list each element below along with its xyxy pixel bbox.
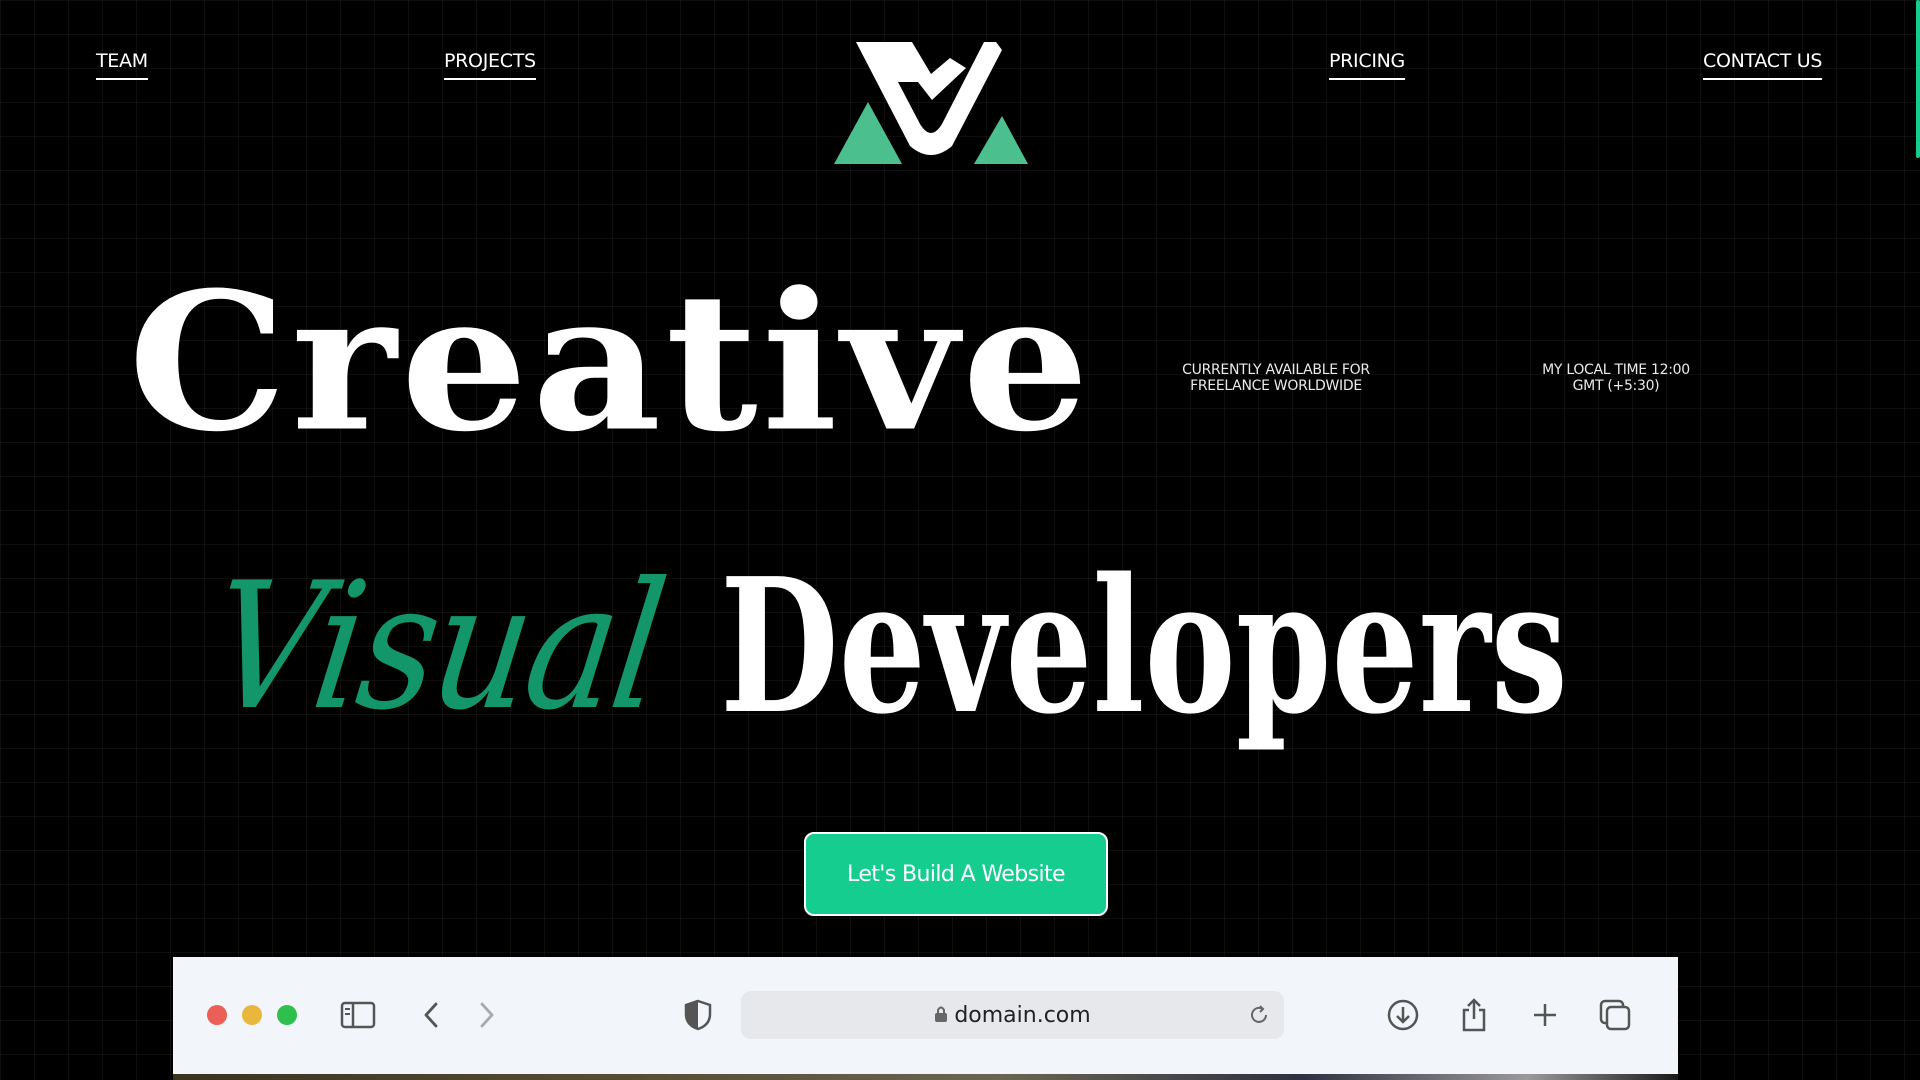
- tabs-icon[interactable]: [1595, 995, 1635, 1035]
- close-window-button[interactable]: [207, 1005, 227, 1025]
- nav-link-projects[interactable]: PROJECTS: [444, 50, 536, 80]
- address-bar[interactable]: domain.com: [741, 991, 1284, 1039]
- build-website-button[interactable]: Let's Build A Website: [804, 832, 1108, 916]
- back-icon[interactable]: [411, 995, 451, 1035]
- address-url: domain.com: [954, 1003, 1091, 1028]
- local-time-line-1: MY LOCAL TIME 12:00: [1542, 362, 1690, 378]
- reload-icon[interactable]: [1241, 997, 1277, 1033]
- maximize-window-button[interactable]: [277, 1005, 297, 1025]
- minimize-window-button[interactable]: [242, 1005, 262, 1025]
- local-time-text: MY LOCAL TIME 12:00 GMT (+5:30): [1526, 362, 1706, 394]
- lock-icon: [935, 1006, 948, 1022]
- nav-link-contact[interactable]: CONTACT US: [1703, 50, 1822, 80]
- forward-icon[interactable]: [467, 995, 507, 1035]
- share-icon[interactable]: [1454, 995, 1494, 1035]
- availability-text: CURRENTLY AVAILABLE FOR FREELANCE WORLDW…: [1166, 362, 1386, 394]
- nav-link-pricing[interactable]: PRICING: [1329, 50, 1405, 80]
- availability-line-2: FREELANCE WORLDWIDE: [1190, 378, 1362, 394]
- hero-heading-developers: Developers: [720, 537, 1568, 755]
- nav-link-team[interactable]: TEAM: [96, 50, 148, 80]
- brand-logo[interactable]: [834, 38, 1028, 164]
- new-tab-icon[interactable]: [1525, 995, 1565, 1035]
- address-text: domain.com: [741, 1004, 1284, 1028]
- hero-accent-word: Visual: [199, 546, 674, 749]
- logo-right-triangle: [974, 116, 1028, 164]
- availability-line-1: CURRENTLY AVAILABLE FOR: [1182, 362, 1370, 378]
- hero-heading-creative: Creative: [128, 250, 1094, 475]
- scroll-indicator[interactable]: [1916, 0, 1920, 158]
- logo-left-triangle: [834, 102, 902, 164]
- download-icon[interactable]: [1383, 995, 1423, 1035]
- shield-icon[interactable]: [678, 995, 718, 1035]
- page-content-preview: [173, 1074, 1678, 1080]
- sidebar-icon[interactable]: [338, 995, 378, 1035]
- browser-toolbar: domain.com: [173, 957, 1678, 1080]
- local-time-line-2: GMT (+5:30): [1572, 378, 1660, 394]
